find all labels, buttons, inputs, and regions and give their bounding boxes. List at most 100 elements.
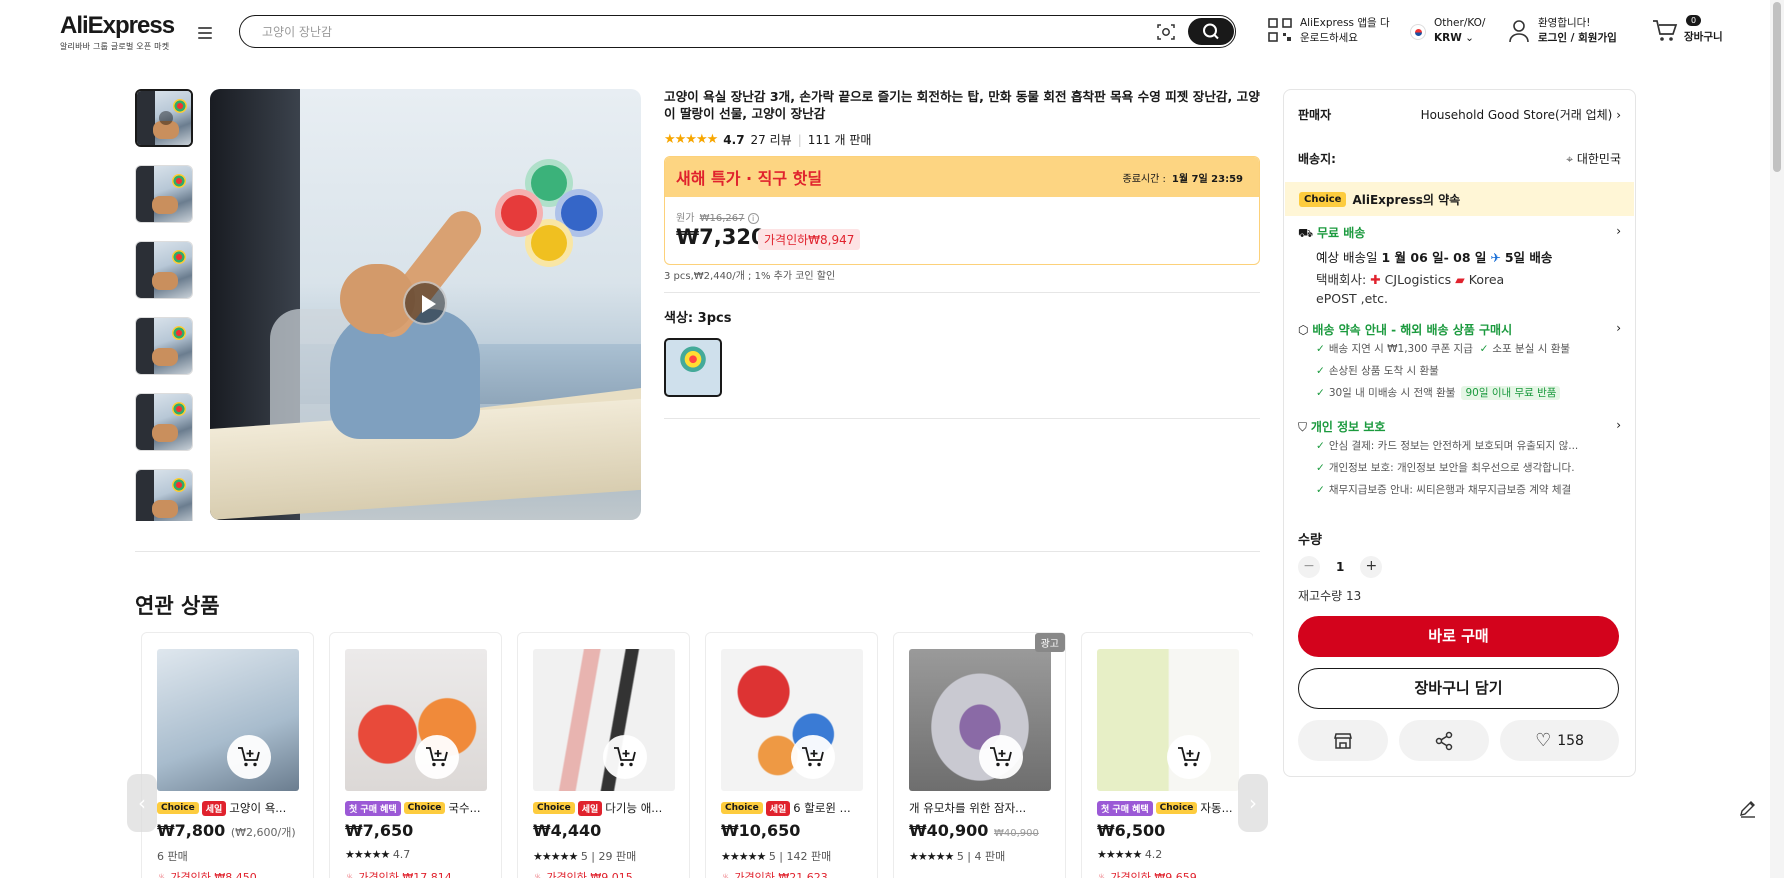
unit-price: (₩2,600/개) [230,826,296,839]
promise-title: 배송 약속 안내 - 해외 배송 상품 구매시 [1312,323,1513,337]
add-to-cart-icon-button[interactable] [603,735,647,779]
play-icon [159,111,173,125]
promise-item: 소포 분실 시 환불 [1492,343,1571,355]
shipping-section[interactable]: ⛟ 무료 배송 › 예상 배송일 1 월 06 일- 08 일 ✈ 5일 배송 택… [1298,224,1621,308]
video-play-button[interactable] [403,281,447,325]
product-tag: Choice [721,802,763,814]
product-meta: ★★★★★ 5 | 29 판매 [533,850,637,863]
privacy-item: 채무지급보증 안내: 씨티은행과 채무지급보증 계약 체결 [1328,484,1572,496]
rating-value: 4.7 [723,132,745,147]
page-scrollbar[interactable] [1770,0,1784,878]
welcome-text: 환영합니다! [1538,17,1591,29]
cart-plus-icon [1178,747,1200,767]
related-product-card[interactable]: 첫 구매 혜택 Choice 국수... ₩7,650 ★★★★★ 4.7 ♨ 가격… [329,632,502,878]
promise-item: 30일 내 미배송 시 전액 환불 [1328,387,1456,399]
search-input[interactable] [262,22,1062,42]
add-to-cart-button[interactable]: 장바구니 담기 [1298,668,1619,709]
add-to-cart-icon-button[interactable] [791,735,835,779]
hamburger-menu-icon[interactable] [198,27,212,39]
share-button[interactable] [1399,720,1489,761]
decrease-button[interactable]: − [1298,556,1320,578]
chevron-down-icon: ⌄ [1465,32,1474,44]
divider [664,418,1260,419]
edit-pencil-icon[interactable] [1737,797,1759,819]
image-search-icon[interactable] [1156,22,1176,42]
product-price: ₩7,650 [345,821,414,840]
product-name-row: 첫 구매 혜택 Choice 국수... [345,800,490,816]
app-download-line1: AliExpress 앱을 다 [1300,17,1390,29]
flame-icon: ♨ [533,871,543,878]
product-meta: ★★★★★ 4.2 [1097,848,1163,861]
related-product-card[interactable]: 첫 구매 혜택 Choice 자동... ₩6,500 ★★★★★ 4.2 ♨ 가격… [1081,632,1253,878]
thumbnail-image[interactable] [135,317,193,375]
color-option-3pcs[interactable] [664,338,722,397]
price-drop: ♨ 가격인하 ₩17,814 [345,869,452,878]
add-to-cart-icon-button[interactable] [227,735,271,779]
carrier-korea: Korea [1468,272,1505,287]
thumbnail-video[interactable] [135,89,193,147]
login-signup-link[interactable]: 로그인 / 회원가입 [1538,32,1617,44]
related-product-card[interactable]: Choice 세일 고양이 욕... ₩7,800 (₩2,600/개) 6 판매 … [141,632,314,878]
product-image[interactable] [533,649,675,791]
product-name[interactable]: 국수... [448,800,480,816]
add-to-cart-icon-button[interactable] [979,735,1023,779]
delivery-promise-section[interactable]: ⬡ 배송 약속 안내 - 해외 배송 상품 구매시 › ✓ 배송 지연 시 ₩1,3… [1298,321,1621,404]
product-image[interactable] [157,649,299,791]
product-name[interactable]: 6 할로윈 ... [793,800,850,816]
thumbnail-image[interactable] [135,469,193,521]
app-download[interactable]: AliExpress 앱을 다 운로드하세요 [1268,16,1390,46]
location-pin-icon: ⌖ [1566,152,1573,166]
add-to-cart-icon-button[interactable] [415,735,459,779]
ship-to-row[interactable]: 배송지: ⌖ 대한민국 [1298,150,1621,167]
increase-button[interactable]: + [1360,556,1383,578]
carrier-cj: CJLogistics [1384,272,1452,287]
price-drop: ♨ 가격인하 ₩9,015 [533,869,633,878]
privacy-title: 개인 정보 보호 [1310,420,1386,434]
thumbnail-image[interactable] [135,241,193,299]
product-image[interactable] [1097,649,1239,791]
product-image[interactable] [909,649,1051,791]
reviews-link[interactable]: 27 리뷰 [751,131,792,148]
product-name[interactable]: 고양이 욕... [229,800,286,816]
privacy-section[interactable]: ⛉ 개인 정보 보호 › ✓ 안심 결제: 카드 정보는 안전하게 보호되며 유출되… [1298,418,1621,501]
add-to-cart-icon-button[interactable] [1167,735,1211,779]
store-icon [1334,732,1352,749]
search-button[interactable] [1188,18,1234,45]
product-name[interactable]: 다기능 애... [605,800,662,816]
related-product-card[interactable]: Choice 세일 6 할로윈 ... ₩10,650 ★★★★★ 5 | 142 … [705,632,878,878]
product-name[interactable]: 개 유모차를 위한 잠자... [909,800,1026,816]
carrier-epost: ePOST ,etc. [1316,291,1389,306]
product-name-row: Choice 세일 다기능 애... [533,800,678,816]
main-product-video[interactable] [210,89,641,520]
thumbnail-image[interactable] [135,393,193,451]
carousel-prev-button[interactable]: ‹ [127,774,157,832]
seller-name[interactable]: Household Good Store(거래 업체) [1421,108,1613,122]
related-product-card[interactable]: 광고 개 유모차를 위한 잠자... ₩40,900 ₩40,900 ★★★★★… [893,632,1066,878]
product-image[interactable] [721,649,863,791]
product-price: ₩10,650 [721,821,801,840]
buy-now-button[interactable]: 바로 구매 [1298,616,1619,657]
product-name[interactable]: 자동... [1200,800,1232,816]
wishlist-button[interactable]: ♡ 158 [1500,720,1619,761]
shield-box-icon: ⬡ [1298,323,1309,337]
aliexpress-logo[interactable]: AliExpress 알리바바 그룹 글로벌 오픈 마켓 [60,12,175,52]
app-download-line2: 운로드하세요 [1300,32,1358,44]
carousel-next-button[interactable]: › [1238,774,1268,832]
divider [664,292,1260,293]
original-price: 원가 ₩16,267 i [676,209,759,224]
seller-row[interactable]: 판매자 Household Good Store(거래 업체) › [1298,106,1621,123]
color-label: 색상: 3pcs [664,311,732,326]
truck-icon: ⛟ [1298,226,1314,240]
thumbnail-image[interactable] [135,165,193,223]
info-icon[interactable]: i [747,213,759,224]
choice-badge: Choice [1299,191,1347,207]
product-price: ₩7,800 (₩2,600/개) [157,821,296,840]
rating-stars: ★★★★★ [721,850,766,863]
chevron-right-icon: › [1616,108,1621,122]
account-menu[interactable]: 환영합니다! 로그인 / 회원가입 [1508,16,1617,46]
product-image[interactable] [345,649,487,791]
quantity-value[interactable]: 1 [1336,560,1344,574]
store-button[interactable] [1298,720,1388,761]
related-product-card[interactable]: Choice 세일 다기능 애... ₩4,440 ★★★★★ 5 | 29 판매 … [517,632,690,878]
region-currency-selector[interactable]: Other/KO/ KRW ⌄ [1408,16,1485,46]
